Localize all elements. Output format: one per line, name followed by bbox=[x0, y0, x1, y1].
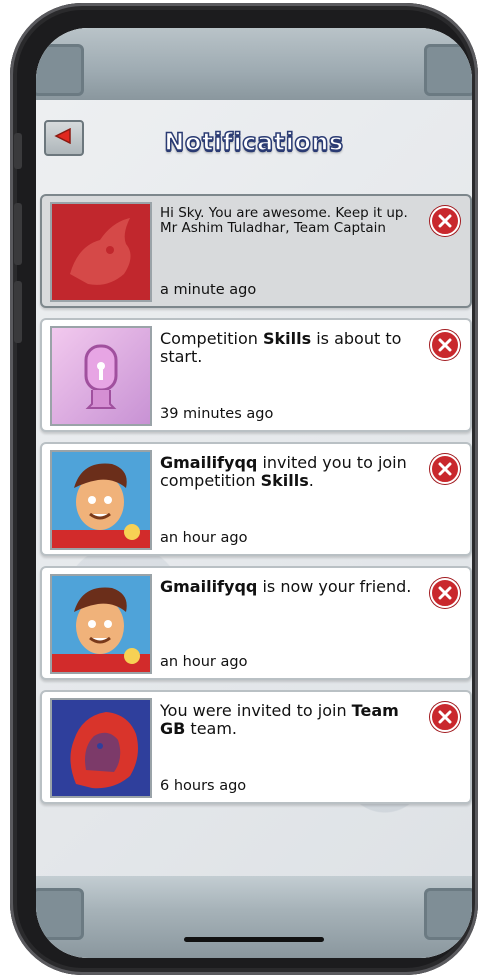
close-icon bbox=[438, 338, 452, 352]
notification-thumbnail bbox=[50, 326, 152, 426]
dismiss-button[interactable] bbox=[430, 330, 460, 360]
dismiss-button[interactable] bbox=[430, 578, 460, 608]
notification-time: 39 minutes ago bbox=[160, 406, 274, 422]
notification-message: Gmailifyqq is now your friend. bbox=[160, 577, 412, 596]
close-icon bbox=[438, 586, 452, 600]
close-icon bbox=[438, 710, 452, 724]
notification-thumbnail bbox=[50, 202, 152, 302]
stone-border-bottom bbox=[36, 876, 472, 958]
notification-item[interactable]: Gmailifyqq is now your friend. an hour a… bbox=[40, 566, 472, 680]
mute-switch bbox=[14, 133, 22, 169]
close-icon bbox=[438, 214, 452, 228]
notification-item[interactable]: Hi Sky. You are awesome. Keep it up. Mr … bbox=[40, 194, 472, 308]
volume-up-button bbox=[14, 203, 22, 265]
notification-message: Competition Skills is about to start. bbox=[160, 329, 402, 366]
notification-item[interactable]: Competition Skills is about to start. 39… bbox=[40, 318, 472, 432]
stone-block bbox=[36, 44, 84, 96]
lock-icon bbox=[84, 344, 118, 409]
notification-thumbnail bbox=[50, 698, 152, 798]
notification-time: 6 hours ago bbox=[160, 778, 247, 794]
notification-item[interactable]: Gmailifyqq invited you to join competiti… bbox=[40, 442, 472, 556]
avatar-icon bbox=[52, 587, 150, 672]
header: Notifications bbox=[36, 120, 472, 164]
notification-message: Hi Sky. You are awesome. Keep it up. Mr … bbox=[160, 205, 408, 236]
volume-down-button bbox=[14, 281, 22, 343]
close-icon bbox=[438, 462, 452, 476]
notification-message: You were invited to join Team GB team. bbox=[160, 701, 399, 738]
stone-border-top bbox=[36, 28, 472, 100]
stone-block bbox=[424, 44, 472, 96]
notification-list: Hi Sky. You are awesome. Keep it up. Mr … bbox=[40, 194, 472, 814]
notification-time: a minute ago bbox=[160, 282, 257, 298]
notification-item[interactable]: You were invited to join Team GB team. 6… bbox=[40, 690, 472, 804]
avatar-icon bbox=[52, 463, 150, 548]
page-title: Notifications bbox=[164, 127, 344, 157]
notification-time: an hour ago bbox=[160, 654, 248, 670]
stone-block bbox=[36, 888, 84, 940]
dismiss-button[interactable] bbox=[430, 702, 460, 732]
home-indicator[interactable] bbox=[184, 937, 324, 942]
notification-message: Gmailifyqq invited you to join competiti… bbox=[160, 453, 407, 490]
rhino-icon bbox=[70, 218, 131, 285]
stone-block bbox=[424, 888, 472, 940]
notification-time: an hour ago bbox=[160, 530, 248, 546]
notification-thumbnail bbox=[50, 450, 152, 550]
dismiss-button[interactable] bbox=[430, 454, 460, 484]
lion-icon bbox=[70, 712, 138, 789]
app-screen: Notifications Hi Sky. You are awesome. K… bbox=[36, 28, 472, 958]
dismiss-button[interactable] bbox=[430, 206, 460, 236]
notification-thumbnail bbox=[50, 574, 152, 674]
